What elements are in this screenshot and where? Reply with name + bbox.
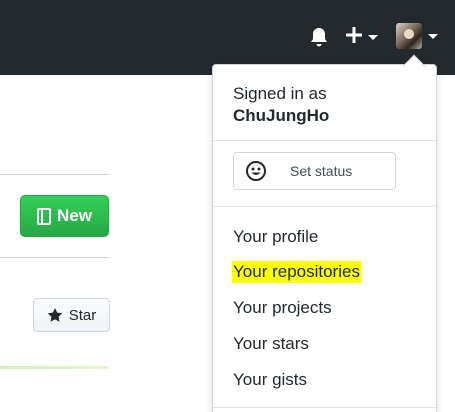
menu-item-your-repositories[interactable]: Your repositories — [232, 261, 361, 283]
book-icon — [37, 207, 52, 225]
avatar — [396, 23, 422, 49]
chevron-down-icon — [368, 35, 378, 40]
new-button-label: New — [57, 206, 92, 225]
signed-in-header: Signed in as ChuJungHo — [233, 83, 329, 127]
menu-item-your-gists[interactable]: Your gists — [233, 369, 307, 391]
divider — [213, 407, 436, 408]
bell-icon[interactable] — [308, 26, 330, 48]
language-bar — [0, 366, 108, 369]
create-new-menu[interactable] — [344, 25, 380, 49]
divider — [213, 206, 436, 207]
star-icon — [47, 308, 62, 322]
new-repository-button[interactable]: New — [20, 195, 109, 237]
menu-item-your-projects[interactable]: Your projects — [233, 297, 332, 319]
divider — [0, 257, 110, 258]
star-button[interactable]: Star — [33, 298, 110, 332]
username[interactable]: ChuJungHo — [233, 105, 329, 127]
user-menu-toggle[interactable] — [396, 23, 440, 51]
star-button-label: Star — [68, 306, 97, 324]
divider — [0, 174, 110, 175]
set-status-label: Set status — [290, 163, 353, 179]
smiley-icon — [246, 161, 266, 181]
user-dropdown-menu: Signed in as ChuJungHo Set status Your p… — [212, 64, 437, 412]
plus-icon — [346, 27, 362, 43]
chevron-down-icon — [428, 34, 438, 39]
menu-item-your-profile[interactable]: Your profile — [233, 226, 318, 248]
signed-in-label: Signed in as — [233, 84, 327, 103]
set-status-button[interactable]: Set status — [233, 152, 396, 190]
divider — [213, 140, 436, 141]
menu-item-your-stars[interactable]: Your stars — [233, 333, 309, 355]
